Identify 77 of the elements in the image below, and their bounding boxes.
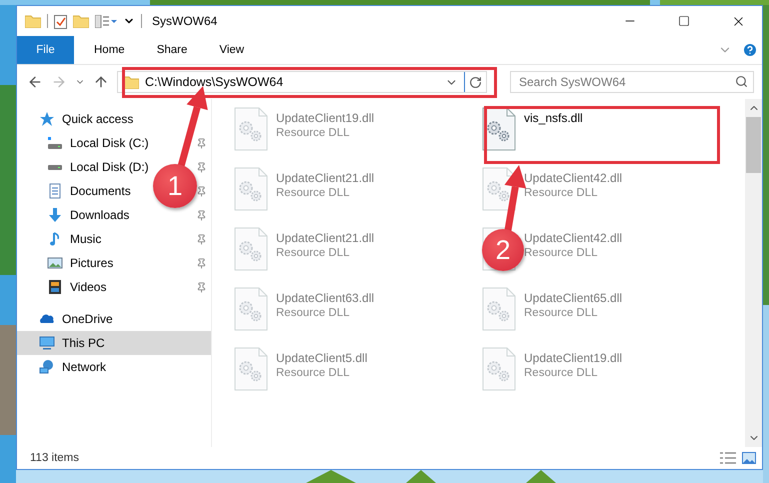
pin-icon[interactable] — [196, 210, 207, 220]
file-type: Resource DLL — [276, 307, 351, 319]
item-count: 113 items — [30, 452, 80, 464]
file-gear-icon — [482, 287, 516, 331]
network-icon — [39, 359, 55, 375]
file-type: Resource DLL — [276, 127, 351, 139]
file-gear-icon — [234, 287, 268, 331]
file-name[interactable]: UpdateClient19.dll — [524, 351, 622, 365]
film-icon — [47, 279, 63, 295]
download-icon — [47, 207, 63, 223]
nav-label[interactable]: Local Disk (D:) — [70, 160, 149, 174]
file-name[interactable]: vis_nsfs.dll — [524, 111, 583, 125]
file-type: Resource DLL — [524, 367, 599, 379]
file-gear-icon — [234, 107, 268, 151]
ribbon-tab[interactable]: Share — [142, 36, 202, 64]
star-icon — [39, 111, 55, 127]
nav-label[interactable]: Network — [62, 360, 106, 374]
file-name[interactable]: UpdateClient5.dll — [276, 351, 368, 365]
file-gear-icon — [482, 167, 516, 211]
document-icon — [47, 183, 63, 199]
file-gear-icon — [234, 167, 268, 211]
file-gear-icon — [234, 227, 268, 271]
file-name[interactable]: UpdateClient42.dll — [524, 231, 622, 245]
details-view-icon[interactable] — [720, 452, 736, 464]
file-name[interactable]: UpdateClient65.dll — [524, 291, 622, 305]
scrollbar[interactable] — [745, 99, 762, 447]
nav-label[interactable]: OneDrive — [62, 312, 113, 326]
pin-icon[interactable] — [196, 282, 207, 292]
drive-icon — [48, 137, 62, 149]
file-type: Resource DLL — [276, 247, 351, 259]
pin-icon[interactable] — [196, 162, 207, 172]
file-type: Resource DLL — [276, 187, 351, 199]
nav-label[interactable]: Quick access — [62, 112, 134, 126]
nav-label[interactable]: Music — [70, 232, 102, 246]
picture-icon — [47, 255, 63, 271]
new-folder-icon — [73, 14, 89, 28]
window-title: SysWOW64 — [152, 14, 218, 28]
file-name[interactable]: UpdateClient21.dll — [276, 231, 374, 245]
view-options-icon[interactable] — [95, 14, 117, 28]
file-type: Resource DLL — [524, 247, 599, 259]
back-button[interactable] — [27, 74, 43, 90]
up-button[interactable] — [93, 74, 109, 90]
nav-label[interactable]: Local Disk (C:) — [70, 136, 149, 150]
properties-icon[interactable] — [54, 14, 67, 28]
file-name[interactable]: UpdateClient42.dll — [524, 171, 622, 185]
large-icons-view-icon[interactable] — [742, 452, 756, 464]
file-menu-button[interactable]: File — [17, 36, 74, 64]
drive-icon — [48, 164, 62, 170]
search-field[interactable]: Search SysWOW64 — [510, 71, 754, 93]
folder-icon — [25, 14, 41, 28]
pin-icon[interactable] — [196, 258, 207, 268]
refresh-icon[interactable] — [469, 76, 482, 88]
pin-icon[interactable] — [196, 186, 207, 196]
file-type: Resource DLL — [276, 367, 351, 379]
nav-label[interactable]: Downloads — [70, 208, 130, 222]
file-name[interactable]: UpdateClient63.dll — [276, 291, 374, 305]
file-type: Resource DLL — [524, 307, 599, 319]
maximize-icon[interactable] — [678, 15, 690, 27]
pin-icon[interactable] — [196, 234, 207, 244]
help-icon[interactable] — [742, 42, 758, 58]
file-name[interactable]: UpdateClient19.dll — [276, 111, 374, 125]
nav-label[interactable]: Pictures — [70, 256, 114, 270]
ribbon-tab[interactable]: View — [205, 36, 258, 64]
address-bar[interactable]: C:\Windows\SysWOW64 — [117, 71, 487, 93]
file-gear-icon — [482, 347, 516, 391]
nav-label[interactable]: This PC — [62, 336, 105, 350]
nav-label[interactable]: Videos — [70, 280, 106, 294]
file-gear-icon — [234, 347, 268, 391]
ribbon-tab[interactable]: Home — [80, 36, 139, 64]
file-type: Resource DLL — [524, 187, 599, 199]
search-icon[interactable] — [735, 75, 748, 88]
nav-label[interactable]: Documents — [70, 184, 131, 198]
file-name[interactable]: UpdateClient21.dll — [276, 171, 374, 185]
scroll-thumb[interactable] — [746, 117, 761, 173]
computer-icon — [39, 335, 55, 351]
nav-item[interactable]: This PC — [17, 331, 211, 355]
pin-icon[interactable] — [196, 138, 207, 148]
